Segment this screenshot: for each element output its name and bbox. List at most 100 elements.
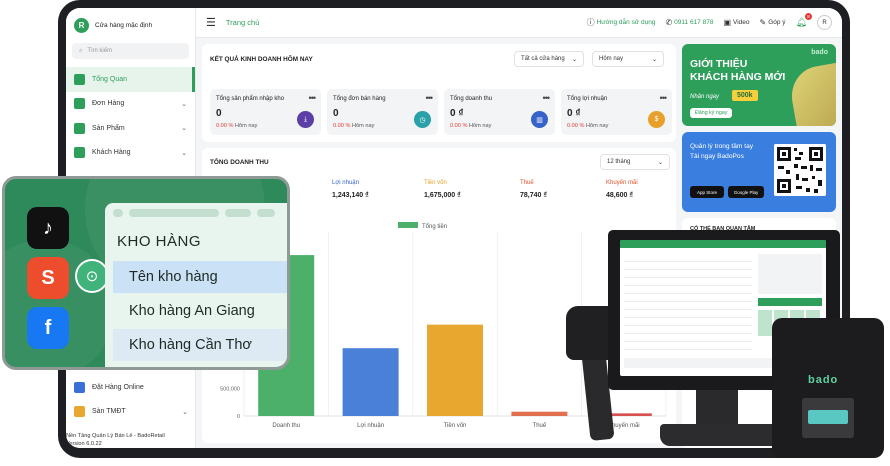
facebook-icon: f [27, 307, 69, 349]
sidebar-item-label: Sản Phẩm [92, 124, 125, 132]
app-download-banner[interactable]: Quản lý trong tầm tay Tải ngay BadoPos A… [682, 132, 836, 212]
products-icon [74, 122, 85, 134]
warehouse-overlay-card: ♪ Sf ⊙ KHO HÀNG Tên kho hàng Kho hàng An … [2, 176, 290, 370]
titlebar-bar [225, 209, 251, 217]
referral-promo-banner[interactable]: bado GIỚI THIỆU KHÁCH HÀNG MỚI Nhận ngay… [682, 44, 836, 126]
help-link[interactable]: Hướng dẫn sử dụng [597, 19, 656, 26]
kpi-tile[interactable]: Tổng sản phẩm nhập kho ••• 0 0.00 % Hôm nay… [210, 89, 321, 135]
promo-amount: 500k [732, 90, 758, 101]
kpi-label: Tổng lợi nhuận [567, 96, 608, 102]
chevron-down-icon: ⌄ [181, 149, 187, 157]
help-icon: ⓘ [586, 18, 595, 27]
version-line: Version 6.0.22 [66, 441, 102, 447]
metric-label: Khuyến mãi [606, 180, 638, 186]
x-tick-label: Doanh thu [272, 423, 300, 429]
tiktok-icon: ♪ [27, 207, 69, 249]
more-options-icon[interactable]: ••• [309, 93, 317, 103]
app-promo-line: Tải ngay BadoPos [690, 153, 744, 160]
date-filter-value: Hôm nay [599, 56, 624, 62]
metric-value: 78,740 ₫ [520, 192, 547, 199]
revenue-metric: Lợi nhuận 1,243,140 ₫ [332, 180, 369, 199]
app-store-button[interactable]: App Store [690, 186, 724, 198]
google-play-button[interactable]: Google Play [728, 186, 764, 198]
sidebar-item-products[interactable]: Sản Phẩm ⌄ [66, 116, 195, 141]
more-options-icon[interactable]: ••• [660, 93, 668, 103]
pos-cart-summary [758, 254, 822, 294]
printer-display [808, 410, 848, 424]
promo-brand-logo: bado [811, 49, 828, 56]
search-input[interactable]: Tìm kiếm [87, 48, 112, 54]
notification-badge: 8 [805, 13, 812, 20]
phone-icon: ✆ [665, 18, 673, 27]
chart-bar [427, 324, 483, 416]
metric-value: 48,600 ₫ [606, 192, 633, 199]
metric-label: Lợi nhuận [332, 180, 359, 186]
kpi-tile[interactable]: Tổng đơn bán hàng ••• 0 0.00 % Hôm nay ◷ [327, 89, 438, 135]
marketing-stage: R Cửa hàng mặc định ⌕ Tìm kiếm Tổng Quan… [0, 0, 890, 466]
warehouse-header-row: Tên kho hàng [113, 261, 287, 293]
sidebar-item-customers[interactable]: Khách Hàng ⌄ [66, 141, 195, 166]
phone-link[interactable]: 0911 617 878 [674, 19, 713, 26]
breadcrumb[interactable]: Trang chủ [226, 18, 260, 27]
store-filter-value: Tất cả cửa hàng [521, 56, 565, 62]
kpi-value: 0 [333, 108, 339, 119]
feedback-link[interactable]: Góp ý [768, 19, 785, 26]
kpi-change-percent: 0.00 % [333, 123, 351, 129]
more-options-icon[interactable]: ••• [426, 93, 434, 103]
store-filter-select[interactable]: Tất cả cửa hàng ⌄ [514, 51, 584, 67]
sidebar-item-online-order[interactable]: Đặt Hàng Online [66, 375, 196, 400]
video-icon: ▣ [723, 18, 731, 27]
sidebar-item-orders[interactable]: Đơn Hàng ⌄ [66, 92, 195, 117]
chevron-down-icon: ⌄ [181, 125, 187, 133]
pos-stand [696, 388, 738, 428]
version-info: Nền Tảng Quản Lý Bán Lẻ - BadoRetail Ver… [66, 432, 165, 448]
chevron-down-icon: ⌄ [181, 100, 187, 108]
metric-value: 1,243,140 ₫ [332, 192, 369, 199]
store-switcher[interactable]: R Cửa hàng mặc định [66, 8, 195, 39]
date-filter-select[interactable]: Hôm nay ⌄ [592, 51, 664, 67]
legend-label: Tổng tiền [422, 223, 447, 230]
promo-headline-line: GIỚI THIỆU [690, 58, 748, 70]
kpi-value: 0 ₫ [567, 108, 581, 119]
avatar[interactable]: R [817, 15, 832, 30]
app-store-label: App Store [696, 189, 717, 195]
notification-bell-icon[interactable]: 🔔︎ 8 [796, 13, 812, 28]
orders-icon [74, 98, 85, 110]
receipt-printer: bado [772, 318, 884, 458]
import-icon: ⤓ [297, 111, 314, 128]
app-promo-line: Quản lý trong tầm tay [690, 143, 754, 150]
warehouse-name: Kho hàng An Giang [129, 303, 255, 319]
sidebar-item-label: Đặt Hàng Online [92, 383, 144, 391]
warehouse-row[interactable]: Kho hàng An Giang [113, 295, 287, 327]
chevron-down-icon: ⌄ [571, 56, 577, 63]
panel-titlebar [113, 209, 287, 219]
kpi-tile[interactable]: Tổng lợi nhuận ••• 0 ₫ 0.00 % Hôm nay $ [561, 89, 672, 135]
sidebar-search[interactable]: ⌕ Tìm kiếm [72, 43, 189, 59]
kpi-tile[interactable]: Tổng doanh thu ••• 0 ₫ 0.00 % Hôm nay ▥ [444, 89, 555, 135]
order-icon: ◷ [414, 111, 431, 128]
version-line: Nền Tảng Quản Lý Bán Lẻ - BadoRetail [66, 433, 165, 439]
warehouse-column-header: Tên kho hàng [129, 269, 218, 285]
legend-swatch [398, 222, 418, 228]
dashboard-icon [74, 73, 85, 85]
menu-icon[interactable]: ☰ [206, 16, 216, 29]
kpi-value: 0 [216, 108, 222, 119]
warehouse-row[interactable]: Kho hàng Cần Thơ [113, 329, 287, 361]
warehouse-name: Kho hàng Cần Thơ [129, 337, 252, 353]
period-select[interactable]: 12 tháng ⌄ [600, 154, 670, 170]
video-link[interactable]: Video [733, 19, 750, 26]
shopee-icon: S [27, 257, 69, 299]
promo-cta-text: Nhận ngay [690, 94, 720, 100]
customers-icon [74, 147, 85, 159]
more-options-icon[interactable]: ••• [543, 93, 551, 103]
sidebar-bottom: Đặt Hàng Online Sàn TMĐT ⌄ [66, 375, 196, 424]
revenue-metric: Khuyến mãi 48,600 ₫ [606, 180, 638, 199]
sidebar-item-overview[interactable]: Tổng Quan [66, 67, 195, 92]
kpi-change-percent: 0.00 % [567, 123, 585, 129]
register-button[interactable]: Đăng ký ngay [690, 108, 733, 118]
monitor-icon [74, 381, 85, 393]
revenue-icon: ▥ [531, 111, 548, 128]
kpi-change-percent: 0.00 % [450, 123, 468, 129]
sidebar-item-marketplace[interactable]: Sàn TMĐT ⌄ [66, 400, 196, 425]
promo-headline-line: KHÁCH HÀNG MỚI [690, 71, 786, 83]
